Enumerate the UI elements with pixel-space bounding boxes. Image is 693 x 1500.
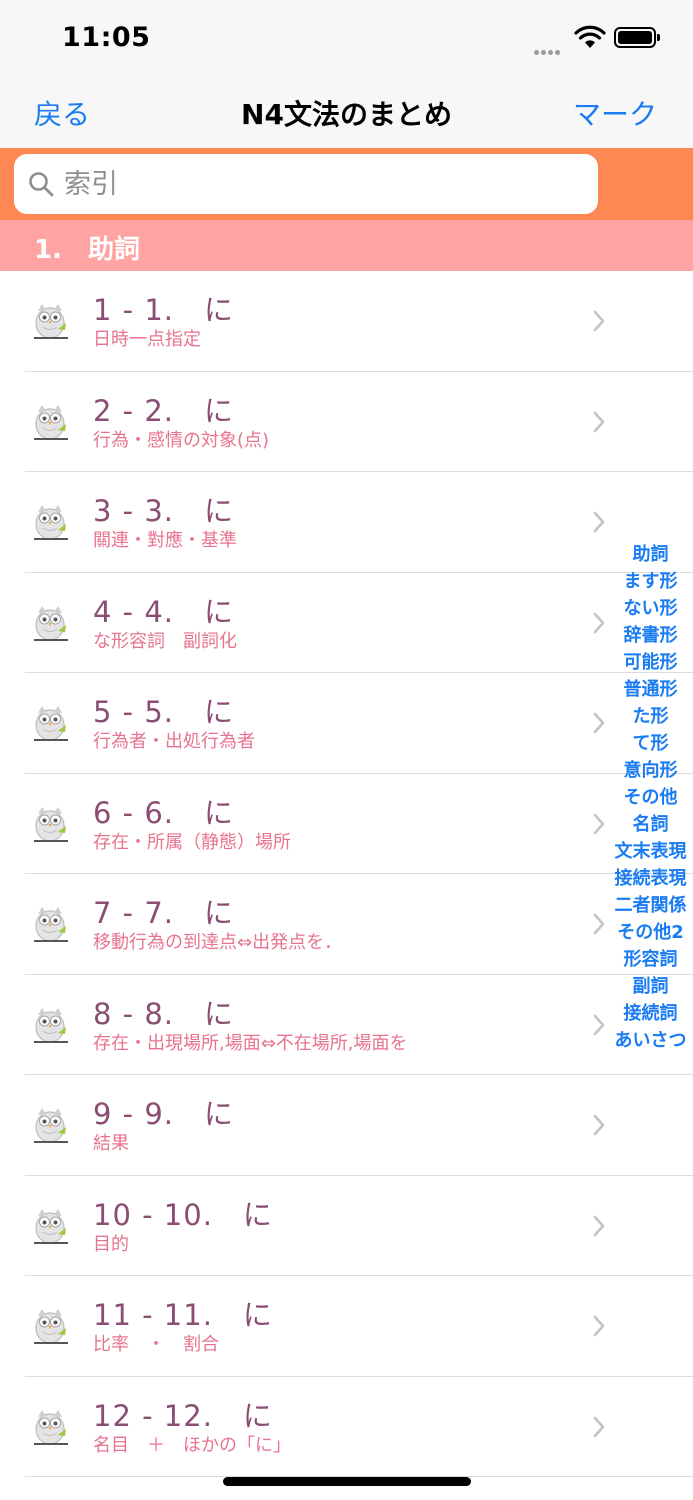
index-item[interactable]: 辞書形 bbox=[604, 621, 693, 648]
owl-icon bbox=[34, 1208, 68, 1244]
item-subtitle: 行為者・出処行為者 bbox=[93, 731, 255, 752]
item-subtitle: 日時一点指定 bbox=[93, 329, 201, 350]
list-item[interactable]: 12 - 12. に 名目 ＋ ほかの「に」 bbox=[0, 1377, 693, 1478]
item-subtitle: 名目 ＋ ほかの「に」 bbox=[93, 1434, 291, 1456]
item-subtitle: 目的 bbox=[93, 1233, 129, 1255]
index-item[interactable]: 普通形 bbox=[604, 675, 693, 702]
list-item[interactable]: 9 - 9. に 結果 bbox=[0, 1075, 693, 1176]
item-subtitle: 結果 bbox=[93, 1133, 129, 1154]
section-index[interactable]: 助詞 ます形 ない形 辞書形 可能形 普通形 た形 て形 意向形 その他 名詞 文末表現 接続表現 二者関… bbox=[604, 540, 693, 1053]
item-title: 9 - 9. に bbox=[93, 1097, 235, 1131]
cellular-signal-icon bbox=[534, 40, 562, 59]
grammar-list: 1 - 1. に 日時一点指定 2 - 2. に 行為・感情の対象(点) 3 -… bbox=[0, 271, 693, 1477]
index-item[interactable]: 名詞 bbox=[604, 810, 693, 837]
owl-icon bbox=[34, 1309, 68, 1344]
item-title: 8 - 8. に bbox=[93, 996, 235, 1031]
list-item[interactable]: 4 - 4. に な形容詞 副詞化 bbox=[0, 573, 693, 674]
item-subtitle: 存在・出現場所,場面⇔不在場所,場面を bbox=[93, 1032, 408, 1054]
owl-icon bbox=[34, 1108, 68, 1143]
owl-icon bbox=[34, 1007, 68, 1043]
search-input[interactable] bbox=[64, 164, 584, 204]
index-item[interactable]: 接続詞 bbox=[604, 999, 693, 1026]
index-item[interactable]: 意向形 bbox=[604, 756, 693, 783]
item-subtitle: 關連・對應・基準 bbox=[93, 530, 237, 551]
list-item[interactable]: 11 - 11. に 比率 ・ 割合 bbox=[0, 1276, 693, 1377]
index-item[interactable]: 副詞 bbox=[604, 972, 693, 999]
status-time: 11:05 bbox=[62, 22, 151, 53]
chevron-right-icon bbox=[593, 1114, 605, 1136]
item-subtitle: 行為・感情の対象(点) bbox=[93, 429, 270, 451]
section-title: 1. 助詞 bbox=[34, 235, 140, 265]
item-subtitle: な形容詞 副詞化 bbox=[93, 630, 237, 652]
item-title: 11 - 11. に bbox=[93, 1298, 273, 1332]
item-title: 5 - 5. に bbox=[93, 695, 235, 729]
item-subtitle: 移動行為の到達点⇔出発点を． bbox=[93, 932, 343, 953]
search-icon bbox=[29, 172, 54, 197]
owl-icon bbox=[34, 706, 68, 741]
item-title: 7 - 7. に bbox=[93, 896, 235, 930]
navigation-bar: 戻る N4文法のまとめ マーク bbox=[0, 76, 693, 148]
index-item[interactable]: た形 bbox=[604, 702, 693, 729]
item-subtitle: 存在・所属（静態）場所 bbox=[93, 831, 291, 853]
chevron-right-icon bbox=[593, 310, 605, 332]
chevron-right-icon bbox=[593, 411, 605, 432]
index-item[interactable]: て形 bbox=[604, 729, 693, 756]
list-item[interactable]: 10 - 10. に 目的 bbox=[0, 1176, 693, 1277]
list-item[interactable]: 7 - 7. に 移動行為の到達点⇔出発点を． bbox=[0, 874, 693, 975]
item-title: 12 - 12. に bbox=[93, 1398, 273, 1433]
index-item[interactable]: 形容詞 bbox=[604, 945, 693, 972]
index-item[interactable]: ます形 bbox=[604, 567, 693, 594]
owl-icon bbox=[34, 907, 68, 942]
chevron-right-icon bbox=[593, 511, 605, 533]
owl-icon bbox=[34, 1409, 68, 1445]
item-title: 3 - 3. に bbox=[93, 494, 235, 528]
list-item[interactable]: 5 - 5. に 行為者・出処行為者 bbox=[0, 673, 693, 774]
owl-icon bbox=[34, 404, 68, 440]
index-item[interactable]: その他2 bbox=[604, 918, 693, 945]
index-item[interactable]: 助詞 bbox=[604, 540, 693, 567]
chevron-right-icon bbox=[593, 1416, 605, 1437]
owl-icon bbox=[34, 605, 68, 641]
list-item[interactable]: 3 - 3. に 關連・對應・基準 bbox=[0, 472, 693, 573]
chevron-right-icon bbox=[593, 1315, 605, 1337]
item-title: 6 - 6. に bbox=[93, 795, 235, 830]
item-title: 1 - 1. に bbox=[93, 293, 235, 327]
owl-icon bbox=[34, 505, 68, 540]
item-subtitle: 比率 ・ 割合 bbox=[93, 1334, 219, 1355]
search-field[interactable] bbox=[14, 154, 598, 214]
index-item[interactable]: 可能形 bbox=[604, 648, 693, 675]
search-bar bbox=[0, 148, 693, 220]
index-item[interactable]: 文末表現 bbox=[604, 837, 693, 864]
item-title: 4 - 4. に bbox=[93, 594, 235, 629]
chevron-right-icon bbox=[593, 1215, 605, 1236]
mark-button[interactable]: マーク bbox=[573, 93, 657, 133]
status-bar: 11:05 bbox=[0, 0, 693, 76]
index-item[interactable]: 接続表現 bbox=[604, 864, 693, 891]
section-header: 1. 助詞 bbox=[0, 220, 693, 271]
item-title: 2 - 2. に bbox=[93, 393, 235, 428]
list-item[interactable]: 2 - 2. に 行為・感情の対象(点) bbox=[0, 372, 693, 473]
owl-icon bbox=[34, 304, 68, 339]
index-item[interactable]: あいさつ bbox=[604, 1026, 693, 1053]
list-item[interactable]: 6 - 6. に 存在・所属（静態）場所 bbox=[0, 774, 693, 875]
home-indicator bbox=[223, 1477, 471, 1486]
wifi-icon bbox=[574, 25, 606, 48]
index-item[interactable]: 二者関係 bbox=[604, 891, 693, 918]
owl-icon bbox=[34, 806, 68, 842]
item-title: 10 - 10. に bbox=[93, 1197, 273, 1232]
list-item[interactable]: 1 - 1. に 日時一点指定 bbox=[0, 271, 693, 372]
battery-icon bbox=[614, 27, 660, 48]
list-item[interactable]: 8 - 8. に 存在・出現場所,場面⇔不在場所,場面を bbox=[0, 975, 693, 1076]
index-item[interactable]: ない形 bbox=[604, 594, 693, 621]
index-item[interactable]: その他 bbox=[604, 783, 693, 810]
